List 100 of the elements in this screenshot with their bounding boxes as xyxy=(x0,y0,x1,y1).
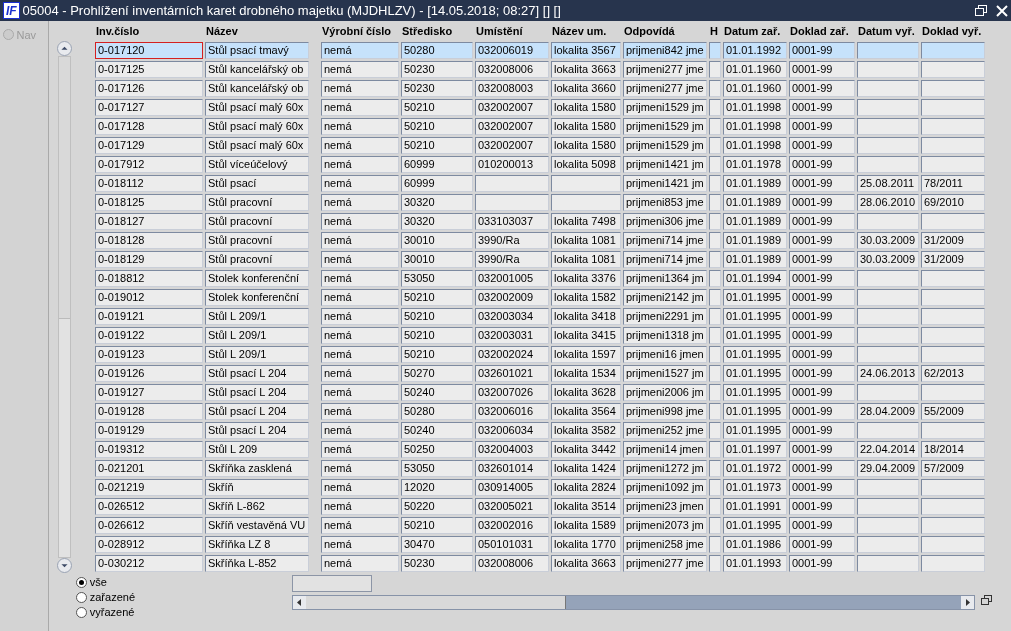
radio-button[interactable] xyxy=(76,576,87,588)
table-cell xyxy=(709,498,721,515)
table-cell: prijmeni1364 jm xyxy=(623,270,707,287)
close-icon[interactable] xyxy=(996,4,1009,17)
table-cell: 01.01.1995 xyxy=(723,403,787,420)
table-cell: 50220 xyxy=(401,498,473,515)
column-header: Datum zař. xyxy=(723,24,782,39)
table-cell: Stůl psací malý 60x xyxy=(205,137,309,154)
table-cell: prijmeni1318 jm xyxy=(623,327,707,344)
table-cell xyxy=(709,270,721,287)
table-cell: 50210 xyxy=(401,137,473,154)
table-cell: lokalita 3376 xyxy=(551,270,621,287)
table-cell: 50210 xyxy=(401,517,473,534)
column-header: Odpovídá xyxy=(623,24,676,39)
table-cell: prijmeni1421 jm xyxy=(623,156,707,173)
table-cell: Skříň vestavěná VU xyxy=(205,517,309,534)
table-cell xyxy=(551,175,621,192)
table-cell: Skříňka LZ 8 xyxy=(205,536,309,553)
column-header: Datum vyř. xyxy=(857,24,916,39)
column-header: Doklad vyř. xyxy=(921,24,983,39)
table-cell xyxy=(921,156,985,173)
table-cell: 0-019126 xyxy=(95,365,203,382)
table-cell: nemá xyxy=(321,80,399,97)
table-cell: Stolek konferenční xyxy=(205,270,309,287)
table-cell: 18/2014 xyxy=(921,441,985,458)
table-cell: 53050 xyxy=(401,460,473,477)
table-cell: 50230 xyxy=(401,555,473,572)
horizontal-scrollbar[interactable] xyxy=(292,594,975,610)
table-cell xyxy=(709,42,721,59)
table-cell xyxy=(709,517,721,534)
table-cell: Stůl kancelářský ob xyxy=(205,80,309,97)
table-cell xyxy=(921,517,985,534)
table-cell: 50230 xyxy=(401,61,473,78)
table-cell xyxy=(857,498,919,515)
table-cell: 0-021219 xyxy=(95,479,203,496)
window-title: 05004 - Prohlížení inventárních karet drobného majetku (MJDHLZV) - [14.05.2018; 08:27] [] [] xyxy=(22,1,562,20)
table-cell: 0-028912 xyxy=(95,536,203,553)
table-cell: prijmeni1527 jm xyxy=(623,365,707,382)
table-cell: 01.01.1989 xyxy=(723,232,787,249)
scroll-left-icon[interactable] xyxy=(293,595,306,609)
table-cell xyxy=(857,99,919,116)
table-cell xyxy=(709,346,721,363)
table-cell: nemá xyxy=(321,289,399,306)
table-cell: 0001-99 xyxy=(789,346,855,363)
table-cell: 28.06.2010 xyxy=(857,194,919,211)
table-cell: 0001-99 xyxy=(789,194,855,211)
table-cell xyxy=(921,308,985,325)
table-cell: 01.01.1995 xyxy=(723,422,787,439)
table-cell: Stůl L 209/1 xyxy=(205,327,309,344)
table-cell: 0-018125 xyxy=(95,194,203,211)
table-cell: 032601021 xyxy=(475,365,549,382)
column-header: Inv.číslo xyxy=(95,24,141,39)
table-cell: 3990/Ra xyxy=(475,251,549,268)
table-cell: 01.01.1994 xyxy=(723,270,787,287)
table-cell xyxy=(709,536,721,553)
table-cell: 30010 xyxy=(401,251,473,268)
restore-icon[interactable] xyxy=(981,595,992,605)
table-cell xyxy=(709,460,721,477)
table-cell: 53050 xyxy=(401,270,473,287)
table-cell: prijmeni16 jmen xyxy=(623,346,707,363)
radio-button[interactable] xyxy=(76,591,87,603)
table-cell: Stůl víceúčelový xyxy=(205,156,309,173)
input-field[interactable] xyxy=(292,575,372,592)
radio-button[interactable] xyxy=(76,606,87,618)
table-cell xyxy=(921,555,985,572)
table-cell: lokalita 1580 xyxy=(551,99,621,116)
table-cell: lokalita 7498 xyxy=(551,213,621,230)
table-cell: 050101031 xyxy=(475,536,549,553)
table-cell: Stolek konferenční xyxy=(205,289,309,306)
radio-label[interactable]: zařazené xyxy=(89,588,135,606)
table-cell: 0001-99 xyxy=(789,479,855,496)
table-cell: 01.01.1995 xyxy=(723,289,787,306)
radio-label[interactable]: vyřazené xyxy=(89,603,135,621)
scroll-up-icon[interactable] xyxy=(57,41,72,56)
table-cell xyxy=(921,213,985,230)
table-cell: 032003031 xyxy=(475,327,549,344)
table-cell xyxy=(921,327,985,344)
table-cell: 0001-99 xyxy=(789,384,855,401)
table-cell: 01.01.1960 xyxy=(723,80,787,97)
table-cell: 032003034 xyxy=(475,308,549,325)
column-header: Výrobní číslo xyxy=(321,24,393,39)
table-cell: 0-018112 xyxy=(95,175,203,192)
table-cell xyxy=(921,536,985,553)
scroll-right-icon[interactable] xyxy=(961,595,974,609)
table-cell: 032002016 xyxy=(475,517,549,534)
table-cell: prijmeni258 jme xyxy=(623,536,707,553)
vertical-scrollbar[interactable] xyxy=(57,41,72,573)
table-cell xyxy=(709,384,721,401)
table-cell: 0001-99 xyxy=(789,327,855,344)
table-cell: 01.01.1989 xyxy=(723,194,787,211)
table-cell: 032005021 xyxy=(475,498,549,515)
table-cell: 0-019128 xyxy=(95,403,203,420)
table-cell: 0-017128 xyxy=(95,118,203,135)
column-header: Název um. xyxy=(551,24,608,39)
table-cell xyxy=(857,270,919,287)
scroll-down-icon[interactable] xyxy=(57,558,72,573)
table-cell: nemá xyxy=(321,441,399,458)
restore-icon[interactable] xyxy=(974,4,988,17)
table-cell xyxy=(709,61,721,78)
radio-label[interactable]: vše xyxy=(89,573,107,591)
